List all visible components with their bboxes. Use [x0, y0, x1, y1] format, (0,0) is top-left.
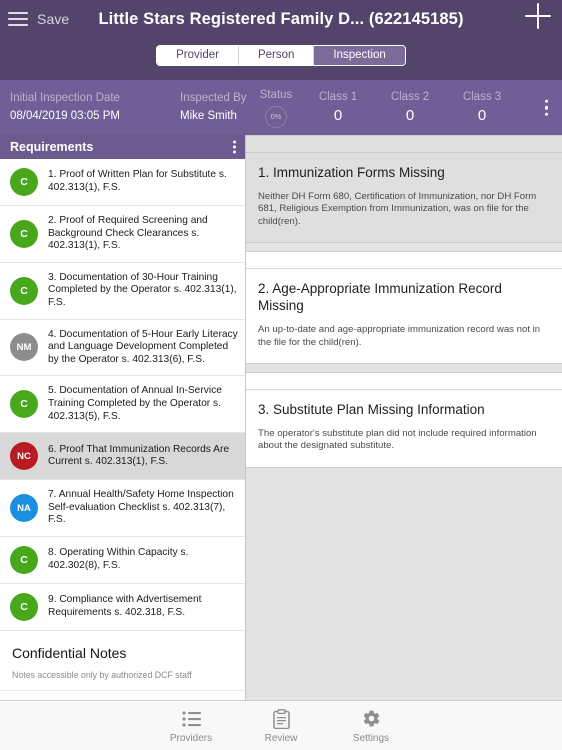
violation-card-spacer [246, 136, 562, 153]
save-button[interactable]: Save [37, 11, 69, 27]
class-1-value: 0 [333, 107, 343, 124]
nav-row: Save Little Stars Registered Family D...… [0, 0, 562, 38]
requirement-row[interactable]: C 9. Compliance with Advertisement Requir… [0, 584, 245, 631]
class-1-label: Class 1 [318, 91, 358, 103]
inspected-by-label: Inspected By [180, 92, 247, 104]
requirement-label: 7. Annual Health/Safety Home Inspection … [48, 489, 234, 526]
class-1-count: Class 1 0 [302, 90, 374, 125]
status-progress-ring: 0% [265, 105, 287, 128]
requirement-status-badge: C [10, 390, 38, 419]
kebab-menu-icon[interactable] [544, 99, 548, 116]
requirement-row[interactable]: C 8. Operating Within Capacity s. 402.302… [0, 537, 245, 584]
requirements-header-title: Requirements [10, 140, 94, 154]
requirement-status-badge: C [10, 168, 38, 196]
requirement-row[interactable]: C 3. Documentation of 30-Hour Training Co… [0, 263, 245, 320]
requirement-row[interactable]: C 5. Documentation of Annual In-Service T… [0, 376, 245, 434]
requirement-label: 4. Documentation of 5-Hour Early Literac… [48, 328, 238, 365]
tab-person[interactable]: Person [238, 46, 315, 65]
class-2-count: Class 2 0 [374, 90, 446, 125]
violations-panel[interactable]: 1. Immunization Forms Missing Neither DH … [246, 135, 562, 700]
inspection-info-bar: Initial Inspection Date 08/04/2019 03:05… [0, 80, 562, 135]
confidential-notes-subtitle: Notes accessible only by authorized DCF … [12, 669, 192, 680]
segmented-control-wrap: Provider Person Inspection [0, 45, 562, 66]
requirement-row[interactable]: NC 6. Proof That Immunization Records Are… [0, 433, 245, 481]
initial-inspection-date: Initial Inspection Date 08/04/2019 03:05… [10, 91, 180, 124]
confidential-notes-section[interactable]: Confidential Notes Notes accessible only … [0, 631, 245, 691]
class-2-value: 0 [405, 107, 415, 124]
violation-title: 1. Immunization Forms Missing [258, 165, 445, 180]
requirement-label: 8. Operating Within Capacity s. 402.302(… [48, 547, 189, 571]
requirement-label: 9. Compliance with Advertisement Require… [48, 594, 202, 618]
class-2-label: Class 2 [390, 91, 430, 103]
violation-card[interactable]: 1. Immunization Forms Missing Neither DH … [246, 135, 562, 244]
requirement-row[interactable]: NM 4. Documentation of 5-Hour Early Liter… [0, 320, 245, 377]
requirement-status-badge: C [10, 592, 38, 621]
top-navigation-bar: Save Little Stars Registered Family D...… [0, 0, 562, 80]
violation-card[interactable]: 3. Substitute Plan Missing Information Th… [246, 372, 562, 468]
tab-providers-label: Providers [169, 732, 213, 744]
list-icon [181, 708, 201, 730]
requirement-label: 6. Proof That Immunization Records Are C… [48, 443, 230, 468]
status-percent-value: 0% [270, 112, 282, 121]
tab-settings-label: Settings [352, 732, 390, 744]
tab-review-label: Review [264, 732, 298, 744]
requirement-row[interactable]: NA 7. Annual Health/Safety Home Inspectio… [0, 480, 245, 537]
requirement-label: 1. Proof of Written Plan for Substitute … [48, 169, 227, 193]
requirement-status-badge: NA [10, 494, 38, 523]
requirement-row[interactable]: C 1. Proof of Written Plan for Substitute… [0, 159, 245, 206]
violation-description: An up-to-date and age-appropriate immuni… [258, 324, 541, 348]
tab-settings[interactable]: Settings [326, 708, 416, 744]
class-3-count: Class 3 0 [446, 90, 518, 125]
page-title: Little Stars Registered Family D... (622… [98, 9, 464, 28]
clipboard-icon [272, 708, 290, 730]
requirements-panel: Requirements C 1. Proof of Written Plan f… [0, 135, 246, 700]
confidential-notes-title: Confidential Notes [12, 644, 127, 661]
requirement-status-badge: NC [10, 442, 38, 471]
violation-title: 3. Substitute Plan Missing Information [258, 402, 485, 418]
tab-provider[interactable]: Provider [157, 46, 239, 65]
requirement-label: 3. Documentation of 30-Hour Training Com… [48, 271, 237, 308]
tab-providers[interactable]: Providers [146, 708, 236, 744]
plus-icon[interactable] [525, 3, 551, 29]
requirements-header: Requirements [0, 135, 245, 159]
requirement-status-badge: C [10, 545, 38, 574]
initial-inspection-date-value: 08/04/2019 03:05 PM [10, 110, 120, 122]
requirement-status-badge: NM [10, 333, 38, 362]
violation-card[interactable]: 2. Age-Appropriate Immunization Record M… [246, 251, 562, 365]
requirement-label: 5. Documentation of Annual In-Service Tr… [48, 385, 222, 422]
requirements-list[interactable]: C 1. Proof of Written Plan for Substitute… [0, 159, 245, 700]
inspected-by: Inspected By Mike Smith [180, 91, 250, 124]
class-3-label: Class 3 [462, 91, 502, 103]
requirement-label: 2. Proof of Required Screening and Backg… [48, 215, 208, 252]
hamburger-icon[interactable] [8, 12, 28, 26]
tab-review[interactable]: Review [236, 708, 326, 744]
segmented-control: Provider Person Inspection [156, 45, 406, 66]
status-label: Status [259, 88, 293, 101]
requirement-status-badge: C [10, 219, 38, 248]
tab-inspection[interactable]: Inspection [314, 46, 405, 65]
requirement-row[interactable]: C 2. Proof of Required Screening and Back… [0, 206, 245, 263]
class-3-value: 0 [477, 107, 487, 124]
content-body: Requirements C 1. Proof of Written Plan f… [0, 135, 562, 700]
violation-card-spacer [246, 252, 562, 270]
status-indicator: Status 0% [250, 88, 302, 128]
gear-icon [362, 708, 381, 730]
violation-description: Neither DH Form 680, Certification of Im… [258, 191, 537, 227]
violation-description: The operator's substitute plan did not i… [258, 428, 537, 452]
violation-card-spacer [246, 373, 562, 391]
requirement-status-badge: C [10, 276, 38, 305]
requirements-kebab-menu-icon[interactable] [233, 140, 236, 154]
violation-title: 2. Age-Appropriate Immunization Record M… [258, 281, 502, 314]
bottom-tab-bar: Providers Review Settings [0, 700, 562, 750]
initial-inspection-date-label: Initial Inspection Date [10, 92, 120, 104]
app-root: Save Little Stars Registered Family D...… [0, 0, 562, 750]
inspected-by-value: Mike Smith [180, 110, 237, 122]
